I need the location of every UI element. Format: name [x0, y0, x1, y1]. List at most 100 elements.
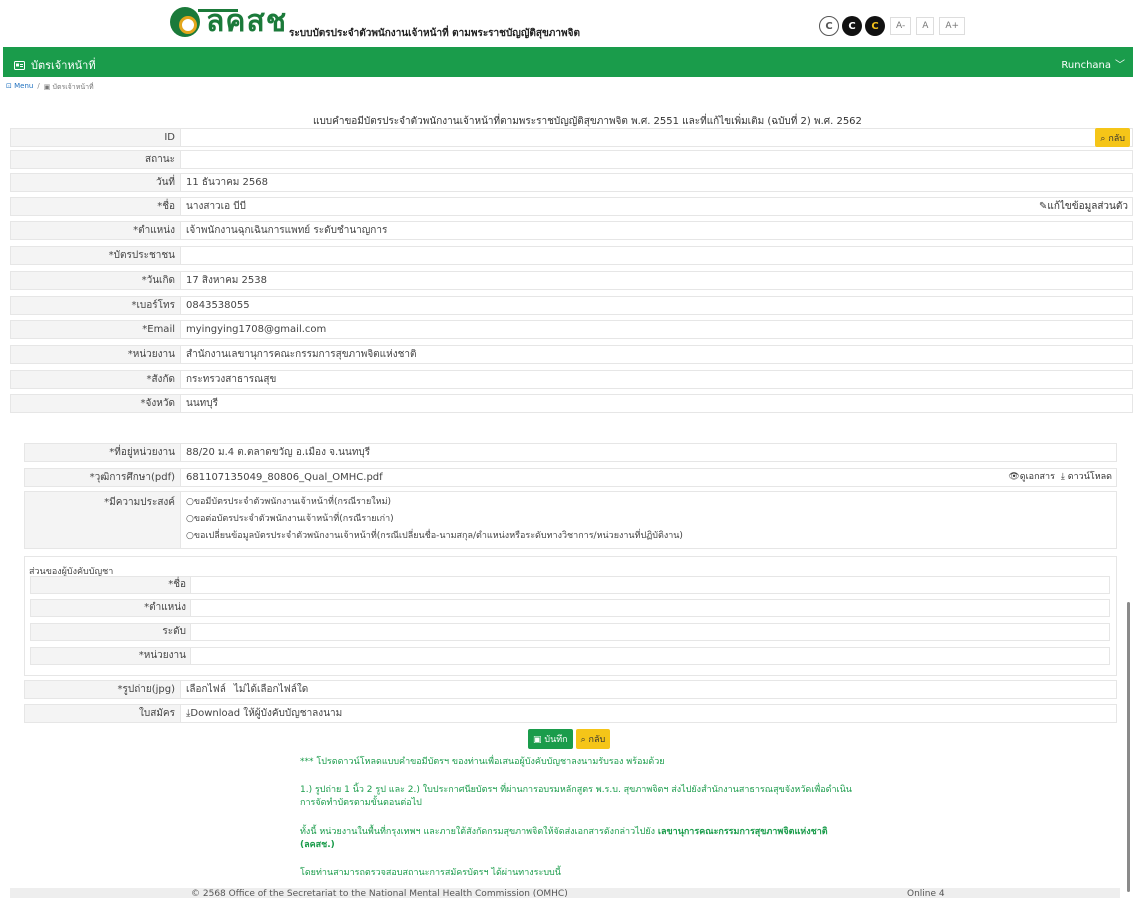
chevron-down-icon: ﹀	[1115, 60, 1125, 71]
main-navbar: บัตรเจ้าหน้าที่ Runchana ﹀	[3, 47, 1133, 77]
approver-name-row: *ชื่อ	[30, 576, 1110, 594]
contrast-default-button[interactable]: C	[819, 16, 839, 36]
field-position-row: *ตำแหน่ง เจ้าพนักงานฉุกเฉินการแพทย์ ระดั…	[10, 221, 1133, 240]
form-actions: ▣ บันทึก ⌕ กลับ	[528, 729, 611, 749]
field-label: *เบอร์โทร	[10, 296, 180, 315]
eye-icon: 👁	[1008, 472, 1020, 482]
purpose-options: ○ขอมีบัตรประจำตัวพนักงานเจ้าหน้าที่(กรณี…	[180, 491, 1117, 549]
download-signature-link[interactable]: ⤓Download ให้ผู้บังคับบัญชาลงนาม	[180, 704, 1117, 723]
breadcrumb-menu-label: Menu	[14, 82, 34, 90]
font-normal-button[interactable]: A	[916, 17, 935, 35]
no-file-text: ไม่ได้เลือกไฟล์ใด	[233, 684, 309, 695]
back-button[interactable]: ⌕ กลับ	[1095, 128, 1130, 147]
id-card-icon: ▣	[43, 83, 53, 91]
field-province-row: *จังหวัด นนทบุรี	[10, 394, 1133, 413]
field-agency-value: สำนักงานเลขานุการคณะกรรมการสุขภาพจิตแห่ง…	[180, 345, 1133, 364]
page-footer: © 2568 Office of the Secretariat to the …	[10, 888, 1120, 898]
search-icon: ⌕	[580, 735, 589, 745]
download-signature-label: Download ให้ผู้บังคับบัญชาลงนาม	[190, 708, 343, 719]
radio-icon: ○	[186, 514, 194, 524]
approver-position-row: *ตำแหน่ง	[30, 599, 1110, 617]
field-affiliation-value: กระทรวงสาธารณสุข	[180, 370, 1133, 389]
field-affiliation-row: *สังกัด กระทรวงสาธารณสุข	[10, 370, 1133, 389]
field-address-value: 88/20 ม.4 ต.ตลาดขวัญ อ.เมือง จ.นนทบุรี	[180, 443, 1117, 462]
education-filename: 681107135049_80806_Qual_OMHC.pdf	[186, 472, 383, 483]
purpose-radio-new[interactable]: ○ขอมีบัตรประจำตัวพนักงานเจ้าหน้าที่(กรณี…	[186, 495, 1111, 512]
field-status-value	[180, 150, 1133, 169]
field-education-value: 681107135049_80806_Qual_OMHC.pdf 👁ดูเอกส…	[180, 468, 1117, 487]
field-id-value: ⌕ กลับ	[180, 128, 1133, 147]
field-email-value: myingying1708@gmail.com	[180, 320, 1133, 339]
contrast-yellow-button[interactable]: C	[865, 16, 885, 36]
field-label: *หน่วยงาน	[30, 647, 190, 665]
approver-agency-row: *หน่วยงาน	[30, 647, 1110, 665]
field-label: *มีความประสงค์	[24, 491, 180, 549]
breadcrumb-menu-link[interactable]: ⊡ Menu	[6, 82, 33, 93]
field-application-row: ใบสมัคร ⤓Download ให้ผู้บังคับบัญชาลงนาม	[24, 704, 1117, 723]
field-email-row: *Email myingying1708@gmail.com	[10, 320, 1133, 339]
field-label: สถานะ	[10, 150, 180, 169]
field-label: ใบสมัคร	[24, 704, 180, 723]
note-line-4: โดยท่านสามารถตรวจสอบสถานะการสมัครบัตรฯ ไ…	[300, 868, 561, 878]
back-button-label: กลับ	[588, 735, 606, 745]
field-citizen-id-row: *บัตรประชาชน	[10, 246, 1133, 265]
field-date-row: วันที่ 11 ธันวาคม 2568	[10, 173, 1133, 192]
back-button[interactable]: ⌕ กลับ	[575, 729, 611, 749]
note-line-3-text: ทั้งนี้ หน่วยงานในพื้นที่กรุงเทพฯ และภาย…	[300, 827, 658, 837]
field-status-row: สถานะ	[10, 150, 1133, 169]
user-menu[interactable]: Runchana ﹀	[1061, 56, 1125, 71]
edit-personal-link[interactable]: ✎แก้ไขข้อมูลส่วนตัว	[1039, 198, 1128, 215]
photo-file-input[interactable]: เลือกไฟล์ ไม่ได้เลือกไฟล์ใด	[180, 680, 1117, 699]
approver-name-input[interactable]	[190, 576, 1110, 594]
field-birthdate-row: *วันเกิด 17 สิงหาคม 2538	[10, 271, 1133, 290]
radio-icon: ○	[186, 497, 194, 507]
field-label: ID	[10, 128, 180, 147]
approver-level-input[interactable]	[190, 623, 1110, 641]
purpose-radio-change[interactable]: ○ขอเปลี่ยนข้อมูลบัตรประจำตัวพนักงานเจ้าห…	[186, 529, 1111, 546]
radio-label: ขอเปลี่ยนข้อมูลบัตรประจำตัวพนักงานเจ้าหน…	[193, 531, 683, 541]
menu-icon: ⊡	[6, 82, 15, 90]
field-position-value: เจ้าพนักงานฉุกเฉินการแพทย์ ระดับชำนาญการ	[180, 221, 1133, 240]
field-phone-value: 0843538055	[180, 296, 1133, 315]
save-button[interactable]: ▣ บันทึก	[528, 729, 573, 749]
field-label: *หน่วยงาน	[10, 345, 180, 364]
approver-position-input[interactable]	[190, 599, 1110, 617]
field-label: *จังหวัด	[10, 394, 180, 413]
field-citizen-id-value	[180, 246, 1133, 265]
field-label: *ตำแหน่ง	[30, 599, 190, 617]
breadcrumb-current-label: บัตรเจ้าหน้าที่	[52, 83, 94, 91]
field-agency-row: *หน่วยงาน สำนักงานเลขานุการคณะกรรมการสุข…	[10, 345, 1133, 364]
font-decrease-button[interactable]: A-	[890, 17, 912, 35]
breadcrumb-separator: /	[37, 82, 40, 90]
approver-agency-input[interactable]	[190, 647, 1110, 665]
purpose-radio-renew[interactable]: ○ขอต่อบัตรประจำตัวพนักงานเจ้าหน้าที่(กรณ…	[186, 512, 1111, 529]
accessibility-tools: C C C A- A A+	[819, 16, 966, 36]
field-label: *บัตรประชาชน	[10, 246, 180, 265]
view-document-label: ดูเอกสาร	[1019, 472, 1055, 482]
field-label: *ตำแหน่ง	[10, 221, 180, 240]
note-line-3: ทั้งนี้ หน่วยงานในพื้นที่กรุงเทพฯ และภาย…	[300, 826, 860, 852]
choose-file-button[interactable]: เลือกไฟล์	[186, 684, 226, 695]
name-text: นางสาวเอ บีบี	[186, 201, 246, 212]
field-label: *Email	[10, 320, 180, 339]
approver-section: ส่วนของผู้บังคับบัญชา *ชื่อ *ตำแหน่ง ระด…	[24, 556, 1117, 676]
field-label: ระดับ	[30, 623, 190, 641]
form-title: แบบคำขอมีบัตรประจำตัวพนักงานเจ้าหน้าที่ต…	[313, 116, 862, 127]
back-button-label: กลับ	[1108, 133, 1125, 144]
field-label: *วุฒิการศึกษา(pdf)	[24, 468, 180, 487]
nav-brand[interactable]: บัตรเจ้าหน้าที่	[14, 56, 96, 74]
field-photo-row: *รูปถ่าย(jpg) เลือกไฟล์ ไม่ได้เลือกไฟล์ใด	[24, 680, 1117, 699]
view-document-link[interactable]: 👁ดูเอกสาร	[1008, 469, 1055, 486]
field-label: *ชื่อ	[10, 197, 180, 216]
download-link[interactable]: ⤓ ดาวน์โหลด	[1061, 469, 1112, 486]
field-name-value: นางสาวเอ บีบี ✎แก้ไขข้อมูลส่วนตัว	[180, 197, 1133, 216]
field-id-row: ID ⌕ กลับ	[10, 128, 1133, 147]
font-increase-button[interactable]: A+	[939, 17, 966, 35]
field-label: *สังกัด	[10, 370, 180, 389]
contrast-dark-button[interactable]: C	[842, 16, 862, 36]
page-scrollbar[interactable]	[1127, 602, 1130, 892]
breadcrumb-current: ▣ บัตรเจ้าหน้าที่	[44, 82, 94, 93]
radio-icon: ○	[186, 531, 194, 541]
field-phone-row: *เบอร์โทร 0843538055	[10, 296, 1133, 315]
edit-personal-label: แก้ไขข้อมูลส่วนตัว	[1047, 201, 1128, 212]
